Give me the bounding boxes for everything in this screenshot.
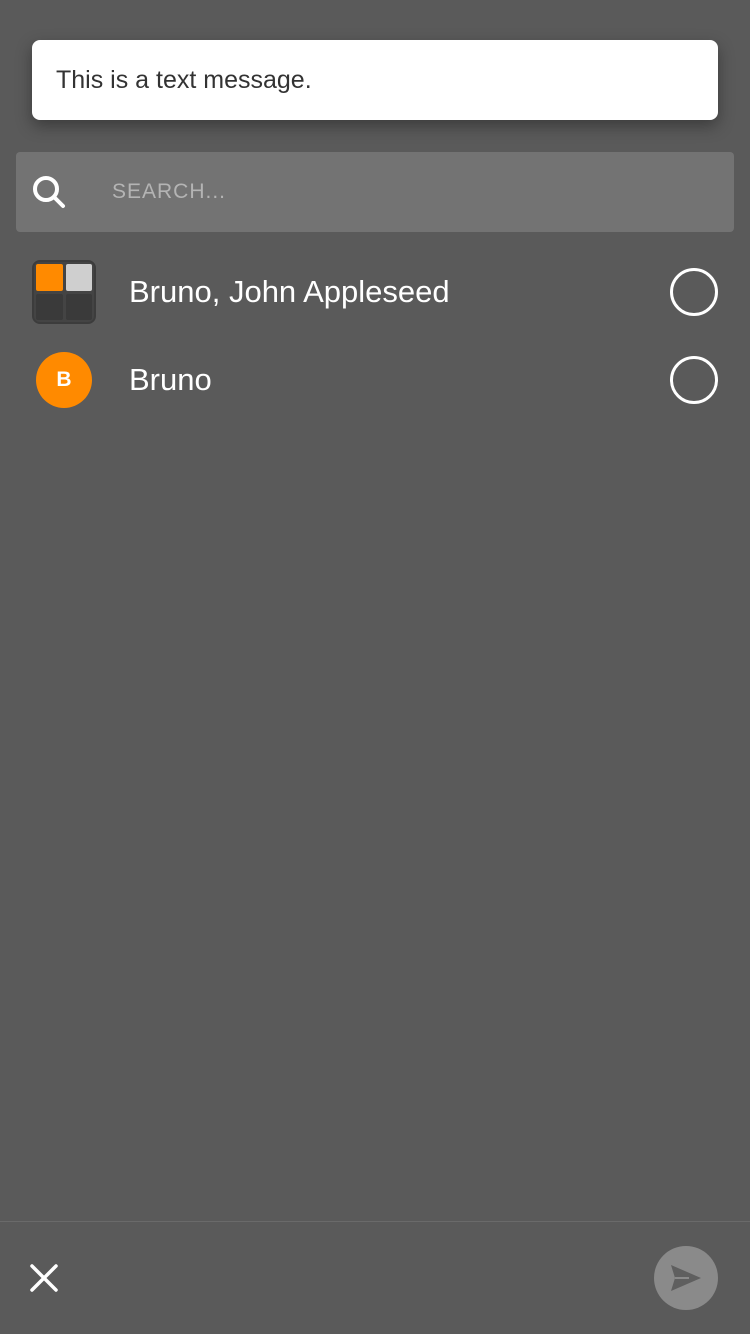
avatar-tile — [36, 264, 63, 291]
conversation-row-bruno[interactable]: B Bruno — [0, 336, 750, 424]
conversation-name: Bruno, John Appleseed — [129, 274, 450, 309]
group-avatar — [32, 260, 96, 324]
avatar-tile — [36, 293, 63, 320]
close-button[interactable] — [24, 1258, 64, 1298]
avatar: B — [36, 352, 92, 408]
search-input[interactable] — [112, 170, 672, 214]
conversation-name: Bruno — [129, 362, 212, 397]
avatar-tile — [65, 264, 92, 291]
bottom-bar — [0, 1221, 750, 1334]
close-icon — [30, 1264, 58, 1292]
message-preview-text: This is a text message. — [56, 65, 312, 94]
send-icon — [671, 1265, 701, 1291]
conversation-row-group[interactable]: Bruno, John Appleseed — [0, 248, 750, 336]
avatar-tile — [65, 293, 92, 320]
send-button[interactable] — [654, 1246, 718, 1310]
select-radio-button[interactable] — [670, 356, 718, 404]
select-radio-button[interactable] — [670, 268, 718, 316]
search-icon — [32, 175, 66, 209]
message-preview: This is a text message. — [32, 40, 718, 120]
search-bar[interactable] — [16, 152, 734, 232]
